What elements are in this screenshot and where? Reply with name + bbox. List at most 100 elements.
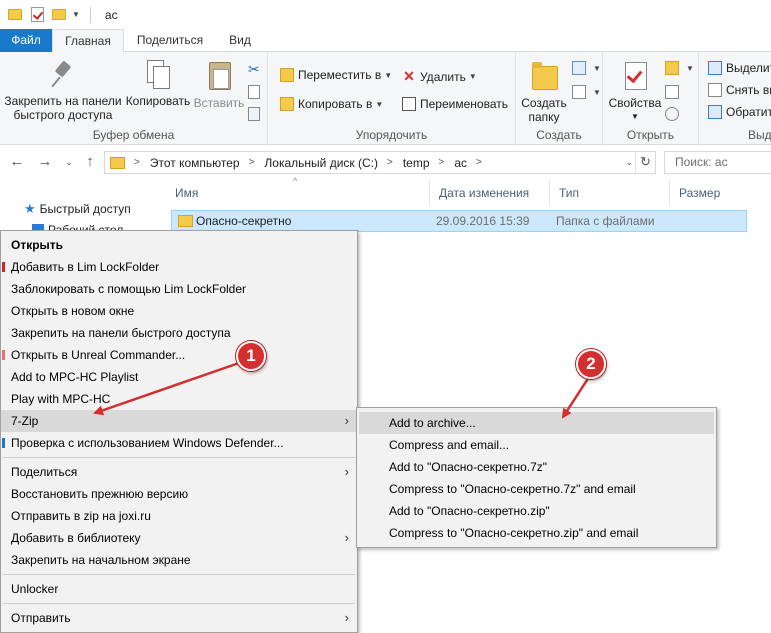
select-all-button[interactable]: Выделит xyxy=(708,61,771,75)
menu-item-open-new-window[interactable]: Открыть в новом окне xyxy=(1,300,357,322)
menu-item-pin-start[interactable]: Закрепить на начальном экране xyxy=(1,549,357,571)
crumb-ac[interactable]: ac xyxy=(454,156,467,170)
context-menu: Открыть Добавить в Lim LockFolder Заблок… xyxy=(0,230,358,633)
menu-item-add-lim[interactable]: Добавить в Lim LockFolder xyxy=(1,256,357,278)
copy-icon xyxy=(146,60,170,90)
properties-icon xyxy=(621,60,649,92)
address-bar[interactable]: > Этот компьютер > Локальный диск (C:) >… xyxy=(104,151,656,174)
menu-item-send-zip[interactable]: Отправить в zip на joxi.ru xyxy=(1,505,357,527)
submenu-item-compress-email[interactable]: Compress and email... xyxy=(359,434,714,456)
back-arrow-icon[interactable]: ← xyxy=(8,152,26,172)
organize-group-label: Упорядочить xyxy=(355,128,428,142)
submenu-item-add-archive[interactable]: Add to archive... xyxy=(359,412,714,434)
open-button[interactable]: ▼ xyxy=(665,61,694,75)
submenu-arrow-icon: › xyxy=(344,413,349,428)
menu-item-label: Add to MPC-HC Playlist xyxy=(11,370,139,384)
move-icon xyxy=(280,68,294,82)
quick-access-dropdown-icon[interactable]: ▼ xyxy=(72,10,80,19)
annotation-badge-1: 1 xyxy=(236,341,266,371)
menu-item-share[interactable]: Поделиться › xyxy=(1,461,357,483)
column-size[interactable]: Размер xyxy=(670,180,771,206)
menu-item-play-mpc[interactable]: Play with MPC-HC xyxy=(1,388,357,410)
move-caret-icon: ▼ xyxy=(384,70,393,80)
pin-quick-access-button[interactable]: Закрепить на панели быстрого доступа xyxy=(4,60,122,122)
menu-item-add-library[interactable]: Добавить в библиотеку › xyxy=(1,527,357,549)
column-date[interactable]: Дата изменения xyxy=(430,180,550,206)
edit-button[interactable] xyxy=(665,85,683,99)
crumb-this-pc[interactable]: Этот компьютер xyxy=(150,156,240,170)
cut-button[interactable]: ✂ xyxy=(248,61,260,78)
menu-item-defender[interactable]: Проверка с использованием Windows Defend… xyxy=(1,432,357,454)
search-input[interactable]: Поиск: ac xyxy=(664,151,771,174)
tab-view[interactable]: Вид xyxy=(218,29,262,52)
crumb-temp[interactable]: temp xyxy=(403,156,430,170)
crumb-chevron-icon[interactable]: > xyxy=(134,157,140,168)
submenu-item-add-zip[interactable]: Add to "Опасно-секретно.zip" xyxy=(359,500,714,522)
up-arrow-icon[interactable]: ↑ xyxy=(81,152,99,172)
deselect-icon xyxy=(708,83,722,97)
tab-file[interactable]: Файл xyxy=(0,29,52,52)
menu-item-label: Закрепить на начальном экране xyxy=(11,553,191,567)
select-group: Выделит Снять вы Обратит Выд xyxy=(699,52,771,145)
crumb-chevron-icon[interactable]: > xyxy=(249,157,255,168)
easy-access-caret-icon: ▼ xyxy=(593,87,601,97)
properties-button[interactable]: Свойства ▼ xyxy=(605,60,665,124)
copy-button[interactable]: Копировать xyxy=(123,60,193,108)
nav-quick-access[interactable]: ★ Быстрый доступ xyxy=(24,201,131,217)
submenu-item-compress-7z-email[interactable]: Compress to "Опасно-секретно.7z" and ema… xyxy=(359,478,714,500)
refresh-icon[interactable]: ↻ xyxy=(635,152,655,173)
copy-to-icon xyxy=(280,97,294,111)
recent-dropdown-icon[interactable]: ⌄ xyxy=(60,152,78,172)
menu-item-send-to[interactable]: Отправить › xyxy=(1,607,357,629)
crumb-chevron-icon[interactable]: > xyxy=(387,157,393,168)
file-date: 29.09.2016 15:39 xyxy=(436,214,530,228)
invert-selection-button[interactable]: Обратит xyxy=(708,105,771,119)
delete-button[interactable]: ✕ Удалить ▼ xyxy=(402,68,477,85)
file-row[interactable]: Опасно-секретно 29.09.2016 15:39 Папка с… xyxy=(171,210,747,232)
column-type[interactable]: Тип xyxy=(550,180,670,206)
address-dropdown-icon[interactable]: ⌄ xyxy=(625,152,633,173)
menu-item-add-mpc[interactable]: Add to MPC-HC Playlist xyxy=(1,366,357,388)
properties-caret-icon: ▼ xyxy=(631,112,639,121)
crumb-local-disk[interactable]: Локальный диск (C:) xyxy=(264,156,378,170)
menu-item-unlocker[interactable]: Unlocker xyxy=(1,578,357,600)
column-name[interactable]: Имя xyxy=(166,180,430,206)
quick-access-label: Быстрый доступ xyxy=(39,202,131,216)
easy-access-button[interactable]: ▼ xyxy=(572,85,601,99)
submenu-item-add-7z[interactable]: Add to "Опасно-секретно.7z" xyxy=(359,456,714,478)
submenu-arrow-icon: › xyxy=(344,464,349,479)
move-to-button[interactable]: Переместить в ▼ xyxy=(280,68,392,82)
paste-shortcut-button[interactable] xyxy=(248,107,264,121)
menu-item-open-unreal[interactable]: Открыть в Unreal Commander... xyxy=(1,344,357,366)
menu-item-lock-lim[interactable]: Заблокировать с помощью Lim LockFolder xyxy=(1,278,357,300)
menu-item-label: Добавить в библиотеку xyxy=(11,531,141,545)
new-folder-quick-icon[interactable] xyxy=(52,9,66,20)
submenu-arrow-icon: › xyxy=(344,610,349,625)
new-folder-button[interactable]: Создать папку xyxy=(516,60,572,124)
paste-button[interactable]: Вставить xyxy=(192,60,246,110)
menu-item-label: Закрепить на панели быстрого доступа xyxy=(11,326,231,340)
menu-item-restore[interactable]: Восстановить прежнюю версию xyxy=(1,483,357,505)
menu-item-pin-quick[interactable]: Закрепить на панели быстрого доступа xyxy=(1,322,357,344)
deselect-button[interactable]: Снять вы xyxy=(708,83,771,97)
crumb-chevron-icon[interactable]: > xyxy=(439,157,445,168)
crumb-chevron-icon[interactable]: > xyxy=(476,157,482,168)
copy-to-button[interactable]: Копировать в ▼ xyxy=(280,97,383,111)
menu-item-open[interactable]: Открыть xyxy=(1,234,357,256)
tab-home[interactable]: Главная xyxy=(52,29,124,53)
submenu-item-compress-zip-email[interactable]: Compress to "Опасно-секретно.zip" and em… xyxy=(359,522,714,544)
rename-button[interactable]: Переименовать xyxy=(402,97,508,111)
new-item-button[interactable]: ▼ xyxy=(572,61,601,75)
annotation-badge-2: 2 xyxy=(576,349,606,379)
copy-path-button[interactable] xyxy=(248,85,264,99)
open-group-label: Открыть xyxy=(626,128,675,142)
history-button[interactable] xyxy=(665,107,683,121)
scissors-icon: ✂ xyxy=(248,61,260,77)
forward-arrow-icon[interactable]: → xyxy=(36,152,54,172)
tab-share[interactable]: Поделиться xyxy=(130,29,210,52)
menu-item-7zip[interactable]: 7-Zip › xyxy=(1,410,357,432)
copy-to-caret-icon: ▼ xyxy=(375,99,384,109)
invert-label: Обратит xyxy=(726,105,771,119)
folder-icon[interactable] xyxy=(8,9,22,20)
properties-quick-icon[interactable] xyxy=(31,7,44,22)
